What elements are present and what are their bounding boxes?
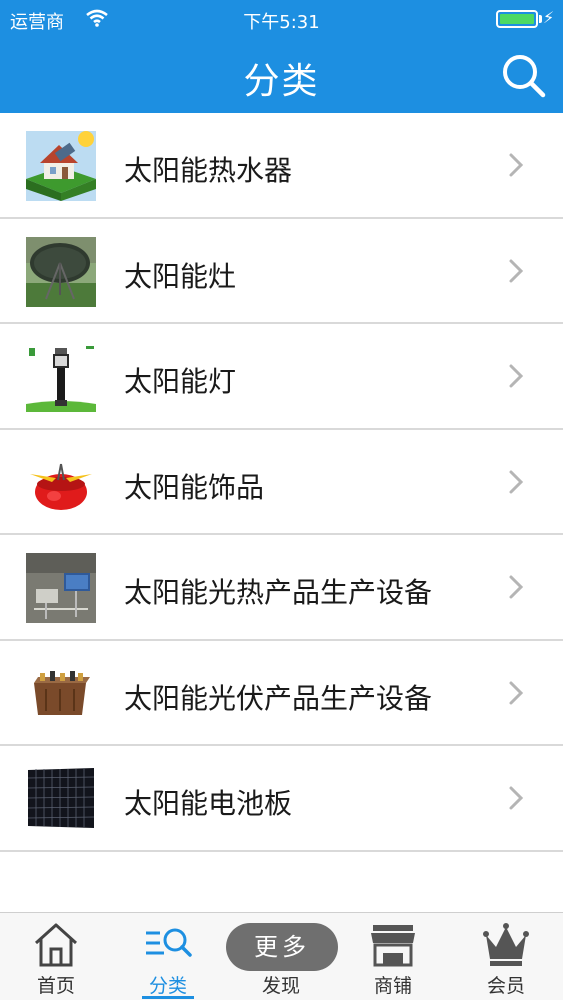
category-label: 太阳能热水器 (124, 154, 293, 187)
tab-category[interactable]: 分类 (112, 913, 224, 1000)
battery-icon (496, 10, 538, 28)
chevron-right-icon (509, 364, 524, 388)
clock-time: 下午5:31 (243, 12, 320, 33)
solar-panel-thumbnail (26, 764, 96, 834)
tab-label: 首页 (36, 975, 75, 997)
category-row-solar-cooker[interactable]: 太阳能灶 (0, 218, 563, 324)
tab-label: 会员 (486, 975, 525, 997)
tab-label: 分类 (148, 975, 187, 997)
shop-icon (371, 925, 415, 967)
category-label: 太阳能电池板 (124, 787, 293, 820)
battery-tip (539, 15, 542, 23)
solar-ornament-thumbnail (26, 447, 96, 518)
tab-home[interactable]: 首页 (0, 913, 112, 1000)
category-list: 太阳能热水器 太阳能灶 太阳能灯 太阳能饰品 太阳能光热产品生产设备 太阳能光伏… (0, 113, 563, 852)
category-search-icon (146, 928, 192, 957)
tab-label: 发现 (261, 975, 300, 997)
chevron-right-icon (509, 681, 524, 704)
category-row-solar-ornament[interactable]: 太阳能饰品 (0, 429, 563, 535)
charging-icon: ⚡ (543, 8, 555, 27)
chevron-right-icon (509, 153, 524, 177)
tab-bar: 首页 分类 发现 更多 商铺 会员 (0, 912, 563, 1000)
category-row-photovoltaic-equipment[interactable]: 太阳能光伏产品生产设备 (0, 640, 563, 746)
solar-cooker-thumbnail (26, 236, 96, 307)
category-label: 太阳能灶 (124, 259, 237, 293)
solar-lamp-thumbnail (26, 342, 96, 412)
search-button[interactable] (498, 52, 550, 100)
category-row-water-heater[interactable]: 太阳能热水器 (0, 113, 563, 219)
search-icon (503, 55, 546, 98)
home-icon (34, 923, 78, 967)
chevron-right-icon (509, 786, 524, 810)
category-label: 太阳能光热产品生产设备 (124, 576, 433, 609)
category-row-solar-thermal-equipment[interactable]: 太阳能光热产品生产设备 (0, 535, 563, 641)
crown-icon (483, 923, 529, 966)
solar-thermal-equipment-thumbnail (26, 553, 96, 623)
tab-shop[interactable]: 商铺 (337, 913, 449, 1000)
category-row-solar-panel[interactable]: 太阳能电池板 (0, 746, 563, 852)
tab-member[interactable]: 会员 (450, 913, 562, 1000)
tab-label: 商铺 (373, 975, 412, 997)
category-label: 太阳能饰品 (124, 470, 265, 504)
page-title: 分类 (243, 61, 320, 102)
category-row-solar-lamp[interactable]: 太阳能灯 (0, 324, 563, 430)
photovoltaic-equipment-thumbnail (26, 658, 96, 729)
active-tab-indicator (142, 996, 194, 999)
app-header: 运营商 下午5:31 ⚡ 分类 (0, 0, 563, 113)
status-bar: 运营商 下午5:31 ⚡ (0, 0, 563, 40)
chevron-right-icon (509, 259, 524, 282)
category-label: 太阳能光伏产品生产设备 (124, 681, 433, 715)
water-heater-thumbnail (26, 131, 96, 201)
more-button[interactable]: 更多 (226, 923, 338, 971)
category-label: 太阳能灯 (124, 365, 237, 398)
chevron-right-icon (509, 575, 524, 599)
chevron-right-icon (509, 470, 524, 493)
